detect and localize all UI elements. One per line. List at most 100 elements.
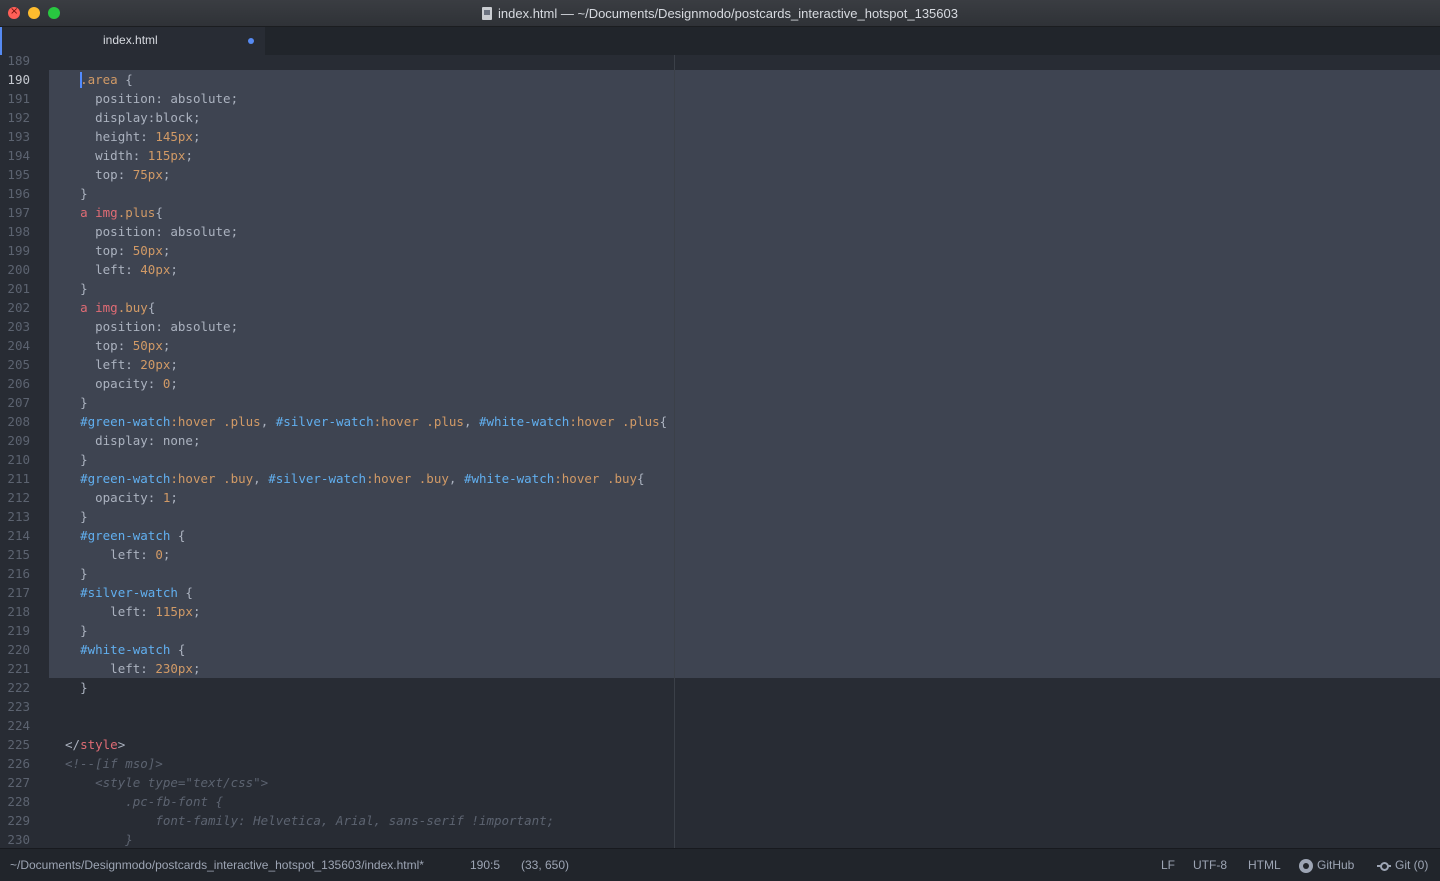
line-number[interactable]: 226: [0, 754, 30, 773]
code-line[interactable]: 204 top: 50px;: [0, 336, 1440, 355]
line-ending-selector[interactable]: LF: [1161, 858, 1175, 872]
line-number[interactable]: 202: [0, 298, 30, 317]
code-line[interactable]: 191 position: absolute;: [0, 89, 1440, 108]
line-number[interactable]: 225: [0, 735, 30, 754]
line-number[interactable]: 223: [0, 697, 30, 716]
code-line[interactable]: 197 a img.plus{: [0, 203, 1440, 222]
line-number[interactable]: 219: [0, 621, 30, 640]
code-line[interactable]: 217 #silver-watch {: [0, 583, 1440, 602]
line-number[interactable]: 228: [0, 792, 30, 811]
line-number[interactable]: 210: [0, 450, 30, 469]
code-line[interactable]: 222 }: [0, 678, 1440, 697]
line-number[interactable]: 222: [0, 678, 30, 697]
git-button[interactable]: Git (0): [1377, 858, 1428, 872]
line-number[interactable]: 200: [0, 260, 30, 279]
line-number[interactable]: 212: [0, 488, 30, 507]
line-number[interactable]: 221: [0, 659, 30, 678]
code-line[interactable]: 205 left: 20px;: [0, 355, 1440, 374]
line-number[interactable]: 220: [0, 640, 30, 659]
line-number[interactable]: 229: [0, 811, 30, 830]
code-line[interactable]: 207 }: [0, 393, 1440, 412]
code-line[interactable]: 190 .area {: [0, 70, 1440, 89]
line-number[interactable]: 227: [0, 773, 30, 792]
line-number[interactable]: 194: [0, 146, 30, 165]
modified-indicator-icon[interactable]: [248, 38, 254, 44]
line-number[interactable]: 192: [0, 108, 30, 127]
code-line[interactable]: 206 opacity: 0;: [0, 374, 1440, 393]
code-line[interactable]: 201 }: [0, 279, 1440, 298]
line-number[interactable]: 224: [0, 716, 30, 735]
line-number[interactable]: 208: [0, 412, 30, 431]
code-editor[interactable]: 189 190 .area {191 position: absolute; 192…: [0, 55, 1440, 848]
code-line[interactable]: 196 }: [0, 184, 1440, 203]
line-number[interactable]: 191: [0, 89, 30, 108]
code-token: ;: [170, 357, 178, 372]
line-number[interactable]: 196: [0, 184, 30, 203]
line-number[interactable]: 199: [0, 241, 30, 260]
code-line[interactable]: 189: [0, 55, 1440, 70]
line-number[interactable]: 230: [0, 830, 30, 848]
code-line[interactable]: 213 }: [0, 507, 1440, 526]
encoding-selector[interactable]: UTF-8: [1193, 858, 1227, 872]
code-line[interactable]: 224: [0, 716, 1440, 735]
code-line[interactable]: 226 <!--[if mso]>: [0, 754, 1440, 773]
line-number[interactable]: 207: [0, 393, 30, 412]
file-path[interactable]: ~/Documents/Designmodo/postcards_interac…: [10, 858, 424, 872]
line-number[interactable]: 189: [0, 55, 30, 70]
code-line[interactable]: 203 position: absolute;: [0, 317, 1440, 336]
code-line[interactable]: 208 #green-watch:hover .plus, #silver-wa…: [0, 412, 1440, 431]
code-line[interactable]: 193 height: 145px;: [0, 127, 1440, 146]
line-number[interactable]: 218: [0, 602, 30, 621]
line-number[interactable]: 193: [0, 127, 30, 146]
code-line[interactable]: 211 #green-watch:hover .buy, #silver-wat…: [0, 469, 1440, 488]
line-number[interactable]: 216: [0, 564, 30, 583]
code-line[interactable]: 220 #white-watch {: [0, 640, 1440, 659]
code-line[interactable]: 214 #green-watch {: [0, 526, 1440, 545]
code-line[interactable]: 218 left: 115px;: [0, 602, 1440, 621]
code-line[interactable]: 212 opacity: 1;: [0, 488, 1440, 507]
line-number[interactable]: 203: [0, 317, 30, 336]
code-line[interactable]: 194 width: 115px;: [0, 146, 1440, 165]
code-line[interactable]: 221 left: 230px;: [0, 659, 1440, 678]
line-number[interactable]: 213: [0, 507, 30, 526]
code-line[interactable]: 200 left: 40px;: [0, 260, 1440, 279]
selection-count[interactable]: (33, 650): [521, 858, 569, 872]
line-number[interactable]: 214: [0, 526, 30, 545]
code-line[interactable]: 223: [0, 697, 1440, 716]
line-number[interactable]: 197: [0, 203, 30, 222]
line-number[interactable]: 206: [0, 374, 30, 393]
code-line[interactable]: 209 display: none;: [0, 431, 1440, 450]
code-token: ;: [162, 338, 171, 353]
code-line[interactable]: 229 font-family: Helvetica, Arial, sans-…: [0, 811, 1440, 830]
line-number[interactable]: 204: [0, 336, 30, 355]
code-line[interactable]: 219 }: [0, 621, 1440, 640]
code-line[interactable]: 192 display:block;: [0, 108, 1440, 127]
code-line[interactable]: 228 .pc-fb-font {: [0, 792, 1440, 811]
code-token: :hover: [554, 471, 600, 486]
tab-index-html[interactable]: index.html: [0, 27, 265, 55]
code-line[interactable]: 215 left: 0;: [0, 545, 1440, 564]
line-number[interactable]: 217: [0, 583, 30, 602]
cursor-position[interactable]: 190:5: [470, 858, 500, 872]
line-number[interactable]: 190: [0, 70, 30, 89]
line-number[interactable]: 201: [0, 279, 30, 298]
line-number[interactable]: 211: [0, 469, 30, 488]
code-line[interactable]: 216 }: [0, 564, 1440, 583]
line-number[interactable]: 215: [0, 545, 30, 564]
code-line[interactable]: 195 top: 75px;: [0, 165, 1440, 184]
github-button[interactable]: GitHub: [1299, 858, 1354, 873]
code-line[interactable]: 225 </style>: [0, 735, 1440, 754]
code-text: }: [65, 450, 88, 469]
code-line[interactable]: 199 top: 50px;: [0, 241, 1440, 260]
code-line[interactable]: 230 }: [0, 830, 1440, 848]
line-number[interactable]: 195: [0, 165, 30, 184]
line-number[interactable]: 209: [0, 431, 30, 450]
code-line[interactable]: 198 position: absolute;: [0, 222, 1440, 241]
line-number[interactable]: 198: [0, 222, 30, 241]
code-line[interactable]: 210 }: [0, 450, 1440, 469]
line-number[interactable]: 205: [0, 355, 30, 374]
code-token: 230px: [155, 661, 193, 676]
code-line[interactable]: 227 <style type="text/css">: [0, 773, 1440, 792]
grammar-selector[interactable]: HTML: [1248, 858, 1281, 872]
code-line[interactable]: 202 a img.buy{: [0, 298, 1440, 317]
